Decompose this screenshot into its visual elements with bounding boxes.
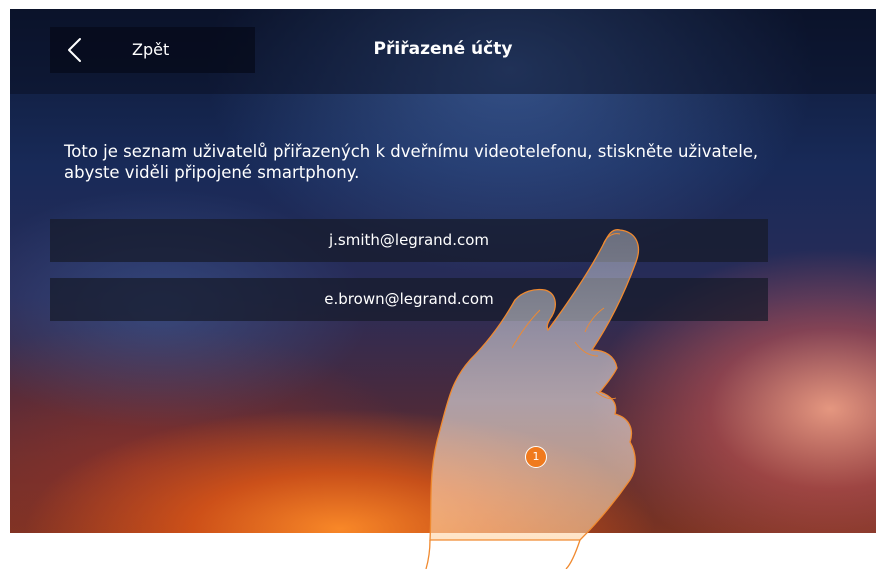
device-screen: Zpět Přiřazené účty Toto je seznam uživa…: [10, 9, 876, 533]
page: Zpět Přiřazené účty Toto je seznam uživa…: [0, 0, 883, 569]
step-badge: 1: [525, 446, 547, 468]
page-title: Přiřazené účty: [373, 39, 513, 59]
user-row[interactable]: e.brown@legrand.com: [50, 278, 768, 321]
description-text: Toto je seznam uživatelů přiřazených k d…: [64, 142, 759, 182]
user-row[interactable]: j.smith@legrand.com: [50, 219, 768, 262]
